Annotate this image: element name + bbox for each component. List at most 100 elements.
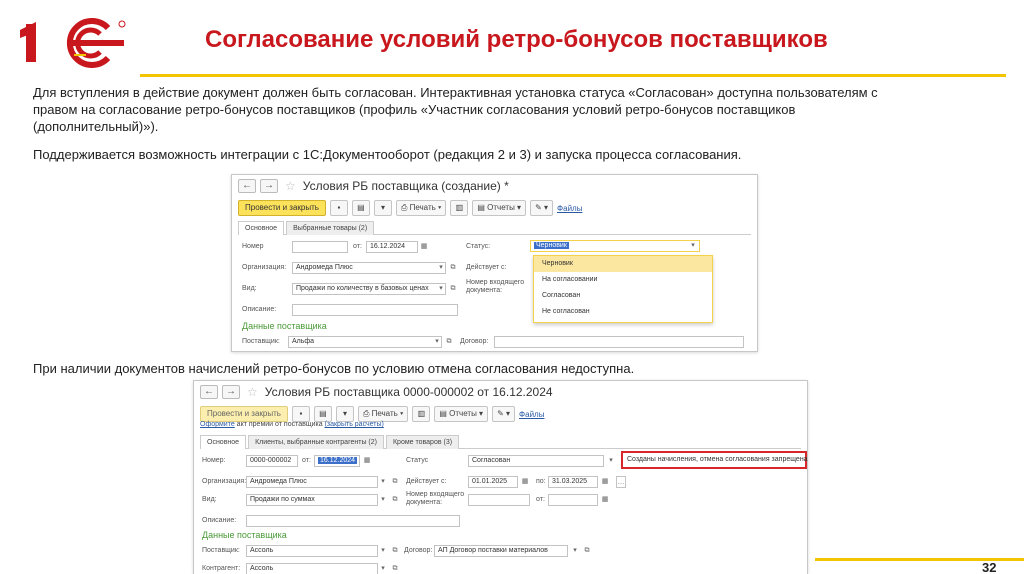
tab-selected-goods[interactable]: Выбранные товары (2) xyxy=(286,221,375,235)
contract-field[interactable]: АП Договор поставки материалов xyxy=(434,545,568,557)
valid-to-calendar-icon[interactable]: ▦ xyxy=(600,476,610,488)
rb-conditions-existing-window: ← → ☆ Условия РБ поставщика 0000-000002 … xyxy=(193,380,808,574)
window-toolbar: Провести и закрыть ▪ ▤ ▾ ⎙ Печать ▾ ▥ ▤ … xyxy=(238,199,751,217)
org-open-icon[interactable]: ⧉ xyxy=(390,476,400,488)
supplier-dropdown-icon[interactable]: ▾ xyxy=(432,336,442,348)
supplier-open-icon[interactable]: ⧉ xyxy=(390,545,400,557)
report-structure-icon[interactable]: ▥ xyxy=(450,200,469,216)
create-based-icon[interactable]: ▾ xyxy=(373,200,392,216)
type-open-icon[interactable]: ⧉ xyxy=(390,494,400,506)
valid-from-field[interactable]: 01.01.2025 xyxy=(468,476,518,488)
window-tabs: Основное Выбранные товары (2) xyxy=(238,221,751,235)
create-act-link[interactable]: Оформите xyxy=(200,421,235,428)
attach-icon[interactable]: ✎ ▾ xyxy=(492,406,516,422)
files-link[interactable]: Файлы xyxy=(519,410,544,419)
files-link[interactable]: Файлы xyxy=(557,204,582,213)
org-open-icon[interactable]: ⧉ xyxy=(448,262,458,274)
incoming-number-field[interactable] xyxy=(468,494,530,506)
status-option-pending[interactable]: На согласовании xyxy=(534,272,712,288)
description-label: Описание: xyxy=(242,306,277,313)
post-and-close-button[interactable]: Провести и закрыть xyxy=(200,406,288,422)
window-titlebar: ← → ☆ Условия РБ поставщика 0000-000002 … xyxy=(194,381,807,403)
save-icon[interactable]: ▪ xyxy=(329,200,348,216)
chevron-down-icon[interactable]: ▾ xyxy=(688,240,698,252)
attach-icon[interactable]: ✎ ▾ xyxy=(530,200,554,216)
valid-from-calendar-icon[interactable]: ▦ xyxy=(520,476,530,488)
contract-label: Договор: xyxy=(404,547,433,554)
act-info-text: акт премии от поставщика xyxy=(234,421,325,428)
close-settlements-link[interactable]: (закрыть расчеты) xyxy=(325,421,384,428)
reports-label: Отчеты xyxy=(487,203,515,212)
description-field[interactable] xyxy=(246,515,460,527)
reports-button[interactable]: ▤ Отчеты ▾ xyxy=(472,200,527,216)
type-dropdown-icon[interactable]: ▾ xyxy=(378,494,388,506)
back-arrow-icon[interactable]: ← xyxy=(200,385,218,399)
print-button[interactable]: ⎙ Печать ▾ xyxy=(357,406,409,422)
rb-conditions-create-window: ← → ☆ Условия РБ поставщика (создание) *… xyxy=(231,174,758,352)
incoming-date-label: от: xyxy=(536,496,545,503)
number-field[interactable]: 0000-000002 xyxy=(246,455,298,467)
supplier-label: Поставщик: xyxy=(202,547,240,554)
post-doc-icon[interactable]: ▤ xyxy=(351,200,370,216)
integration-paragraph: Поддерживается возможность интеграции с … xyxy=(33,147,742,162)
chevron-down-icon[interactable]: ▾ xyxy=(606,455,616,467)
status-option-draft[interactable]: Черновик xyxy=(534,256,712,272)
description-field[interactable] xyxy=(292,304,458,316)
type-label: Вид: xyxy=(242,285,257,292)
supplier-field[interactable]: Ассоль xyxy=(246,545,378,557)
status-field[interactable]: Согласован xyxy=(468,455,604,467)
reports-button[interactable]: ▤ Отчеты ▾ xyxy=(434,406,489,422)
tab-main[interactable]: Основное xyxy=(238,221,285,235)
save-icon[interactable]: ▪ xyxy=(291,406,310,422)
tab-clients[interactable]: Клиенты, выбранные контрагенты (2) xyxy=(248,435,384,449)
contract-open-icon[interactable]: ⧉ xyxy=(582,545,592,557)
status-label: Статус xyxy=(406,457,429,464)
favorite-star-icon[interactable]: ☆ xyxy=(247,385,258,399)
post-and-close-button[interactable]: Провести и закрыть xyxy=(238,200,326,216)
contract-dropdown-icon[interactable]: ▾ xyxy=(570,545,580,557)
counterparty-open-icon[interactable]: ⧉ xyxy=(390,563,400,574)
page-number: 32 xyxy=(982,560,997,574)
type-open-icon[interactable]: ⧉ xyxy=(448,283,458,295)
incoming-date-field[interactable] xyxy=(548,494,598,506)
period-select-icon[interactable]: … xyxy=(616,476,626,488)
type-field[interactable]: Продажи по суммах xyxy=(246,494,378,506)
incoming-calendar-icon[interactable]: ▦ xyxy=(600,494,610,506)
supplier-open-icon[interactable]: ⧉ xyxy=(444,336,454,348)
org-dropdown-icon[interactable]: ▾ xyxy=(378,476,388,488)
counterparty-field[interactable]: Ассоль xyxy=(246,563,378,574)
post-doc-icon[interactable]: ▤ xyxy=(313,406,332,422)
org-dropdown-icon[interactable]: ▾ xyxy=(436,262,446,274)
type-dropdown-icon[interactable]: ▾ xyxy=(436,283,446,295)
number-label: Номер: xyxy=(202,457,226,464)
supplier-field[interactable]: Альфа xyxy=(288,336,442,348)
status-option-approved[interactable]: Согласован xyxy=(534,288,712,304)
print-label: Печать xyxy=(409,203,436,212)
status-option-rejected[interactable]: Не согласован xyxy=(534,304,712,320)
favorite-star-icon[interactable]: ☆ xyxy=(285,179,296,193)
status-select[interactable]: Черновик xyxy=(530,240,700,252)
contract-field[interactable] xyxy=(494,336,744,348)
report-structure-icon[interactable]: ▥ xyxy=(412,406,431,422)
tab-main[interactable]: Основное xyxy=(200,435,247,449)
back-arrow-icon[interactable]: ← xyxy=(238,179,256,193)
tab-except-goods[interactable]: Кроме товаров (3) xyxy=(385,435,460,449)
org-field[interactable]: Андромеда Плюс xyxy=(292,262,446,274)
number-field[interactable] xyxy=(292,241,348,253)
org-label: Организация: xyxy=(202,478,247,485)
type-field[interactable]: Продажи по количеству в базовых ценах xyxy=(292,283,446,295)
calendar-icon[interactable]: ▦ xyxy=(419,241,429,253)
supplier-dropdown-icon[interactable]: ▾ xyxy=(378,545,388,557)
calendar-icon[interactable]: ▦ xyxy=(362,455,372,467)
date-field[interactable]: 16.12.2024 xyxy=(314,455,360,467)
forward-arrow-icon[interactable]: → xyxy=(260,179,278,193)
valid-to-field[interactable]: 31.03.2025 xyxy=(548,476,598,488)
status-dropdown-list: Черновик На согласовании Согласован Не с… xyxy=(533,255,713,323)
forward-arrow-icon[interactable]: → xyxy=(222,385,240,399)
counterparty-dropdown-icon[interactable]: ▾ xyxy=(378,563,388,574)
print-button[interactable]: ⎙ Печать ▾ xyxy=(395,200,447,216)
intro-paragraph: Для вступления в действие документ долже… xyxy=(33,85,878,134)
create-based-icon[interactable]: ▾ xyxy=(335,406,354,422)
org-field[interactable]: Андромеда Плюс xyxy=(246,476,378,488)
date-field[interactable]: 16.12.2024 xyxy=(366,241,418,253)
